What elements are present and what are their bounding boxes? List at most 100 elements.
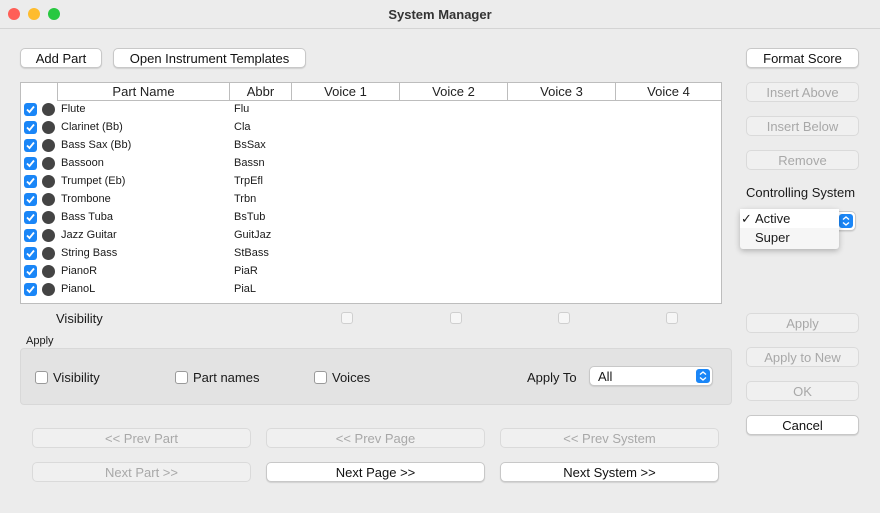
controlling-system-menu: ✓ Active Super (740, 209, 839, 249)
add-part-button[interactable]: Add Part (20, 48, 102, 68)
next-part-button[interactable]: Next Part >> (32, 462, 251, 482)
apply-part-names-checkbox[interactable] (175, 371, 188, 384)
part-status-dot-icon[interactable] (42, 211, 55, 224)
header-voice-3[interactable]: Voice 3 (507, 83, 615, 101)
open-instrument-templates-button[interactable]: Open Instrument Templates (113, 48, 306, 68)
part-status-dot-icon[interactable] (42, 157, 55, 170)
apply-button[interactable]: Apply (746, 313, 859, 333)
part-status-dot-icon[interactable] (42, 103, 55, 116)
apply-to-label: Apply To (527, 370, 577, 385)
checkmark-icon: ✓ (741, 211, 752, 226)
part-name-cell: Bass Tuba (61, 211, 113, 223)
part-visible-checkbox[interactable] (24, 157, 37, 170)
part-name-cell: PianoR (61, 265, 98, 277)
part-visible-checkbox[interactable] (24, 247, 37, 260)
part-status-dot-icon[interactable] (42, 175, 55, 188)
next-page-button[interactable]: Next Page >> (266, 462, 485, 482)
insert-below-button[interactable]: Insert Below (746, 116, 859, 136)
part-visible-checkbox[interactable] (24, 139, 37, 152)
apply-voices-checkbox[interactable] (314, 371, 327, 384)
part-abbr-cell: Bassn (234, 157, 265, 169)
visibility-label: Visibility (56, 311, 103, 326)
parts-table: Part Name Abbr Voice 1 Voice 2 Voice 3 V… (20, 82, 722, 304)
prev-page-button[interactable]: << Prev Page (266, 428, 485, 448)
part-name-cell: Trumpet (Eb) (61, 175, 126, 187)
part-visible-checkbox[interactable] (24, 175, 37, 188)
table-row[interactable]: PianoR PiaR (21, 263, 721, 281)
part-name-cell: String Bass (61, 247, 118, 259)
chevron-up-down-icon (696, 369, 710, 383)
remove-button[interactable]: Remove (746, 150, 859, 170)
part-name-cell: Trombone (61, 193, 111, 205)
header-part-name[interactable]: Part Name (57, 83, 229, 101)
header-voice-2[interactable]: Voice 2 (399, 83, 507, 101)
prev-system-button[interactable]: << Prev System (500, 428, 719, 448)
table-row[interactable]: String Bass StBass (21, 245, 721, 263)
header-abbr[interactable]: Abbr (229, 83, 291, 101)
part-status-dot-icon[interactable] (42, 247, 55, 260)
title-divider (0, 28, 880, 29)
part-abbr-cell: GuitJaz (234, 229, 272, 241)
part-status-dot-icon[interactable] (42, 121, 55, 134)
part-abbr-cell: PiaR (234, 265, 258, 277)
prev-part-button[interactable]: << Prev Part (32, 428, 251, 448)
menu-item-active[interactable]: ✓ Active (740, 209, 839, 228)
part-name-cell: PianoL (61, 283, 96, 295)
part-name-cell: Clarinet (Bb) (61, 121, 123, 133)
part-visible-checkbox[interactable] (24, 211, 37, 224)
part-abbr-cell: Flu (234, 103, 250, 115)
header-voice-1[interactable]: Voice 1 (291, 83, 399, 101)
table-row[interactable]: Bass Sax (Bb) BsSax (21, 137, 721, 155)
part-visible-checkbox[interactable] (24, 265, 37, 278)
part-abbr-cell: Cla (234, 121, 251, 133)
apply-visibility-checkbox[interactable] (35, 371, 48, 384)
apply-to-select[interactable]: All (589, 366, 713, 386)
visibility-voice-3-checkbox[interactable] (558, 312, 570, 324)
part-abbr-cell: TrpEfl (234, 175, 263, 187)
next-system-button[interactable]: Next System >> (500, 462, 719, 482)
table-row[interactable]: Flute Flu (21, 101, 721, 119)
part-abbr-cell: StBass (234, 247, 269, 259)
part-status-dot-icon[interactable] (42, 229, 55, 242)
table-row[interactable]: Bassoon Bassn (21, 155, 721, 173)
chevron-up-down-icon (839, 214, 853, 228)
part-name-cell: Jazz Guitar (61, 229, 117, 241)
apply-to-new-button[interactable]: Apply to New (746, 347, 859, 367)
part-visible-checkbox[interactable] (24, 229, 37, 242)
menu-item-super[interactable]: Super (740, 228, 839, 247)
part-name-cell: Flute (61, 103, 86, 115)
part-abbr-cell: BsSax (234, 139, 266, 151)
window-title: System Manager (388, 7, 492, 22)
menu-item-super-label: Super (755, 230, 790, 245)
part-visible-checkbox[interactable] (24, 283, 37, 296)
apply-to-value: All (598, 369, 613, 384)
ok-button[interactable]: OK (746, 381, 859, 401)
part-abbr-cell: BsTub (234, 211, 266, 223)
format-score-button[interactable]: Format Score (746, 48, 859, 68)
part-name-cell: Bassoon (61, 157, 104, 169)
visibility-voice-4-checkbox[interactable] (666, 312, 678, 324)
cancel-button[interactable]: Cancel (746, 415, 859, 435)
part-status-dot-icon[interactable] (42, 193, 55, 206)
table-row[interactable]: Bass Tuba BsTub (21, 209, 721, 227)
part-visible-checkbox[interactable] (24, 103, 37, 116)
part-status-dot-icon[interactable] (42, 283, 55, 296)
part-status-dot-icon[interactable] (42, 265, 55, 278)
apply-group-title: Apply (26, 335, 54, 347)
visibility-voice-1-checkbox[interactable] (341, 312, 353, 324)
part-visible-checkbox[interactable] (24, 193, 37, 206)
part-abbr-cell: Trbn (234, 193, 257, 205)
insert-above-button[interactable]: Insert Above (746, 82, 859, 102)
table-row[interactable]: Trombone Trbn (21, 191, 721, 209)
table-row[interactable]: PianoL PiaL (21, 281, 721, 299)
table-row[interactable]: Jazz Guitar GuitJaz (21, 227, 721, 245)
part-visible-checkbox[interactable] (24, 121, 37, 134)
apply-voices-label: Voices (332, 370, 371, 385)
visibility-voice-2-checkbox[interactable] (450, 312, 462, 324)
controlling-system-label: Controlling System (746, 185, 856, 200)
table-row[interactable]: Clarinet (Bb) Cla (21, 119, 721, 137)
part-abbr-cell: PiaL (234, 283, 257, 295)
part-status-dot-icon[interactable] (42, 139, 55, 152)
table-row[interactable]: Trumpet (Eb) TrpEfl (21, 173, 721, 191)
header-voice-4[interactable]: Voice 4 (615, 83, 721, 101)
